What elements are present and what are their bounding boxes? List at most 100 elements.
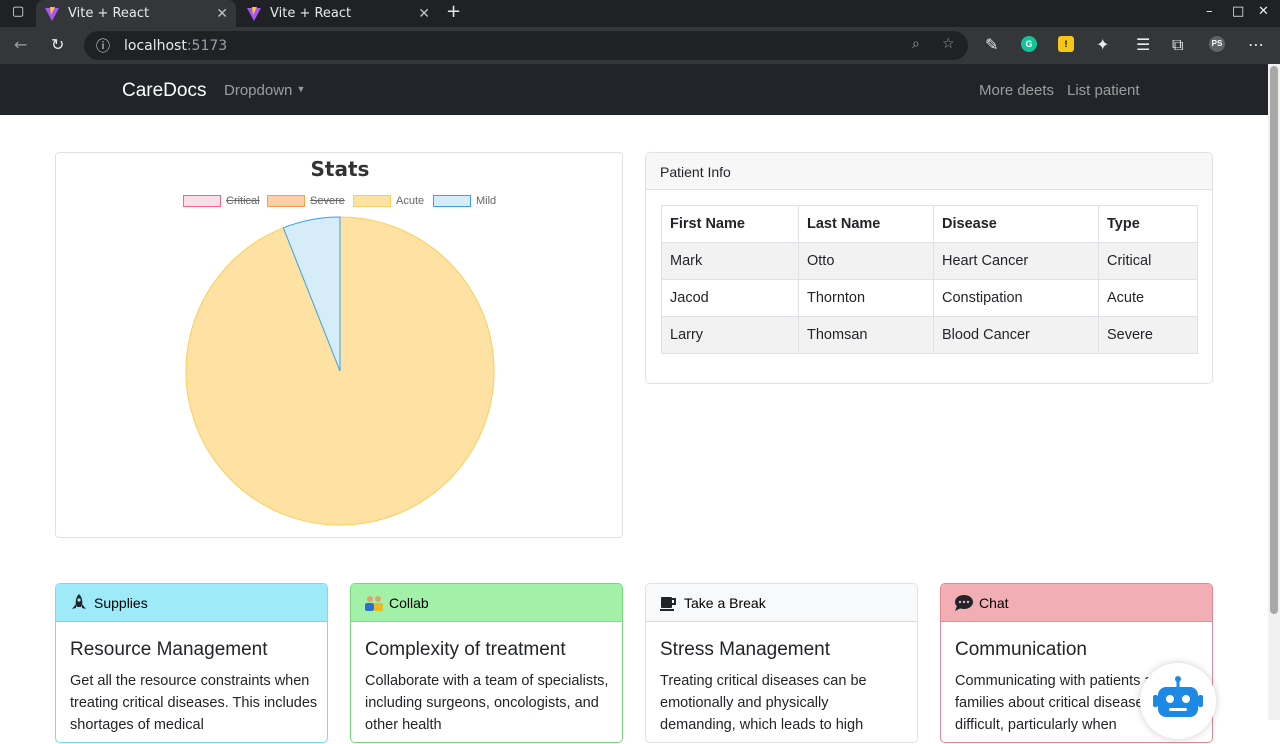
maximize-icon[interactable]: □ — [1232, 4, 1244, 19]
close-tab-icon[interactable]: ✕ — [216, 6, 228, 22]
card-title: Resource Management — [70, 639, 268, 660]
table-cell: Thornton — [798, 279, 934, 317]
profile-avatar[interactable]: PS — [1209, 36, 1225, 52]
column-header: Type — [1098, 205, 1198, 243]
close-window-icon[interactable]: ✕ — [1258, 4, 1269, 19]
chart-title: Stats — [310, 157, 370, 181]
legend-label: Mild — [476, 195, 497, 207]
table-header-row: First Name Last Name Disease Type — [661, 205, 1198, 243]
card-title: Communication — [955, 639, 1087, 660]
coffee-icon — [658, 593, 680, 613]
legend-item-critical[interactable]: Critical — [183, 194, 260, 208]
back-icon[interactable]: ← — [14, 35, 27, 54]
column-header: Last Name — [798, 205, 934, 243]
table-cell: Heart Cancer — [933, 242, 1099, 280]
table-row: Larry Thomsan Blood Cancer Severe — [661, 316, 1198, 354]
zoom-icon[interactable]: ⌕ — [912, 36, 920, 52]
card-text: Collaborate with a team of specialists, … — [365, 673, 609, 733]
extensions-puzzle-icon[interactable]: ✦ — [1096, 35, 1109, 54]
legend-item-mild[interactable]: Mild — [433, 194, 496, 208]
table-cell: Constipation — [933, 279, 1099, 317]
nav-dropdown[interactable]: Dropdown ▼ — [224, 82, 305, 99]
column-header: Disease — [933, 205, 1099, 243]
favorites-icon[interactable]: ☰ — [1136, 35, 1150, 54]
table-cell: Severe — [1098, 316, 1198, 354]
table-row: Jacod Thornton Constipation Acute — [661, 279, 1198, 317]
patient-info-header: Patient Info — [646, 153, 1212, 190]
browser-tab-1[interactable]: Vite + React ✕ — [36, 0, 236, 27]
legend-label: Critical — [226, 195, 260, 207]
card-header: Supplies — [56, 584, 327, 622]
grammarly-extension-icon[interactable]: G — [1021, 36, 1037, 52]
page-scrollbar[interactable] — [1268, 64, 1280, 720]
card-title: Complexity of treatment — [365, 639, 566, 660]
table-cell: Critical — [1098, 242, 1198, 280]
browser-tab-bar: ▢ Vite + React ✕ Vite + React ✕ + – □ ✕ — [0, 0, 1280, 27]
card-text: Treating critical diseases can be emotio… — [660, 673, 867, 733]
vite-favicon-icon — [247, 6, 261, 21]
favorite-star-icon[interactable]: ☆ — [942, 36, 955, 52]
robot-icon — [1153, 676, 1203, 717]
people-icon — [363, 593, 385, 613]
legend-label: Acute — [396, 195, 425, 207]
card-header-label: Collab — [389, 594, 429, 611]
legend-swatch — [433, 195, 471, 207]
url-text: localhost:5173 — [124, 38, 228, 54]
table-cell: Blood Cancer — [933, 316, 1099, 354]
app-navbar: CareDocs Dropdown ▼ More deets List pati… — [0, 64, 1268, 115]
supplies-card: Supplies Resource Management Get all the… — [55, 583, 328, 743]
address-bar[interactable]: ⓘ localhost:5173 ⌕ ☆ — [84, 31, 968, 60]
legend-item-acute[interactable]: Acute — [353, 194, 424, 208]
legend-swatch — [183, 195, 221, 207]
legend-label: Severe — [310, 195, 345, 207]
table-cell: Acute — [1098, 279, 1198, 317]
card-header: Chat — [941, 584, 1212, 622]
new-tab-icon[interactable]: + — [446, 1, 461, 22]
browser-tab-2[interactable]: Vite + React ✕ — [238, 0, 438, 27]
table-cell: Jacod — [661, 279, 799, 317]
card-text: Get all the resource constraints when tr… — [70, 673, 318, 733]
pie-chart[interactable] — [184, 215, 496, 527]
browser-toolbar: ← ↻ ⓘ localhost:5173 ⌕ ☆ ✎ G ! ✦ ☰ ⧉ PS … — [0, 27, 1280, 64]
nav-link-more-deets[interactable]: More deets — [979, 82, 1054, 99]
caret-down-icon: ▼ — [296, 84, 306, 94]
legend-item-severe[interactable]: Severe — [267, 194, 345, 208]
card-title: Stress Management — [660, 639, 831, 660]
tab-title: Vite + React — [270, 6, 352, 21]
card-header-label: Take a Break — [684, 594, 766, 611]
take-a-break-card: Take a Break Stress Management Treating … — [645, 583, 918, 743]
table-cell: Thomsan — [798, 316, 934, 354]
card-header: Collab — [351, 584, 622, 622]
reload-icon[interactable]: ↻ — [51, 35, 64, 54]
collections-icon[interactable]: ⧉ — [1172, 35, 1183, 55]
close-tab-icon[interactable]: ✕ — [418, 6, 430, 22]
table-row: Mark Otto Heart Cancer Critical — [661, 242, 1198, 280]
tab-actions-icon[interactable]: ▢ — [12, 4, 24, 19]
legend-swatch — [353, 195, 391, 207]
info-icon[interactable]: ⓘ — [96, 36, 110, 56]
tab-title: Vite + React — [68, 6, 150, 21]
minimize-icon[interactable]: – — [1206, 4, 1213, 19]
collab-card: Collab Complexity of treatment Collabora… — [350, 583, 623, 743]
card-header-label: Supplies — [94, 594, 148, 611]
brand-link[interactable]: CareDocs — [122, 80, 206, 102]
table-cell: Mark — [661, 242, 799, 280]
nav-link-list-patient[interactable]: List patient — [1067, 82, 1140, 99]
pen-extension-icon[interactable]: ✎ — [985, 35, 998, 54]
card-header-label: Chat — [979, 594, 1009, 611]
vite-favicon-icon — [45, 6, 59, 21]
scrollbar-thumb[interactable] — [1270, 66, 1278, 614]
card-header: Take a Break — [646, 584, 917, 622]
legend-swatch — [267, 195, 305, 207]
chat-bubble-icon — [953, 593, 975, 613]
table-cell: Larry — [661, 316, 799, 354]
patient-info-card: Patient Info First Name Last Name Diseas… — [645, 152, 1213, 384]
more-menu-icon[interactable]: ⋯ — [1248, 35, 1264, 54]
stats-card: Stats Critical Severe Acute Mild — [55, 152, 623, 538]
column-header: First Name — [661, 205, 799, 243]
table-cell: Otto — [798, 242, 934, 280]
chatbot-button[interactable] — [1140, 663, 1216, 739]
patient-table: First Name Last Name Disease Type Mark O… — [661, 205, 1198, 354]
rocket-icon — [68, 593, 90, 613]
extension-badge-icon[interactable]: ! — [1058, 36, 1074, 52]
